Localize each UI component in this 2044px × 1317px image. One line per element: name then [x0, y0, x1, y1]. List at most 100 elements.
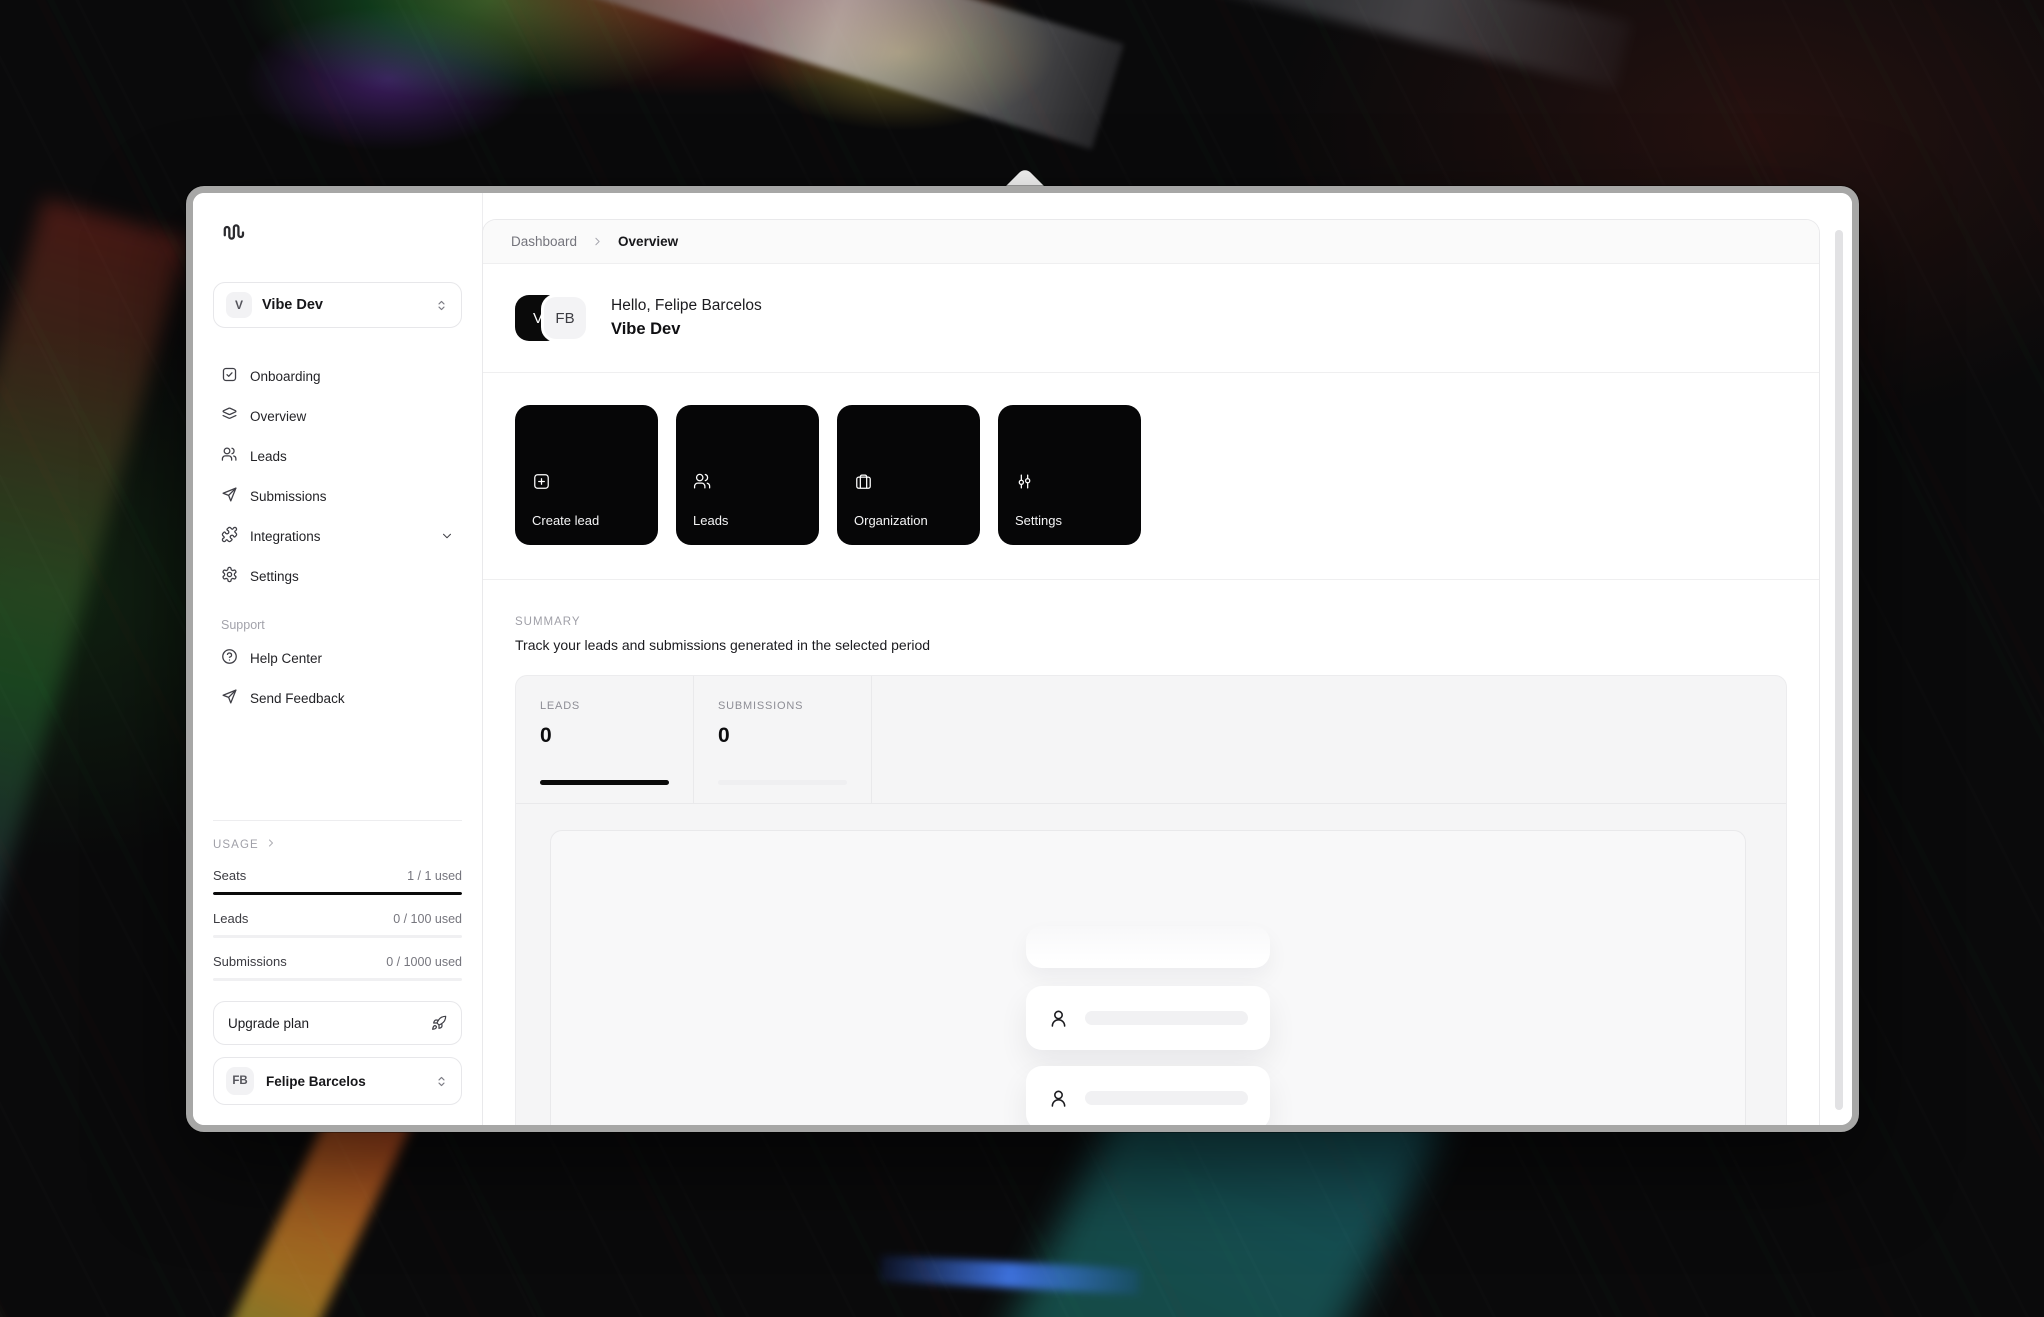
- sidebar-nav: Onboarding Overview Leads Submissions: [213, 356, 462, 718]
- workspace-title: Vibe Dev: [611, 320, 762, 339]
- users-icon: [693, 472, 712, 502]
- usage-value: 1 / 1 used: [407, 869, 462, 883]
- tab-leads[interactable]: LEADS 0: [516, 676, 694, 803]
- sidebar-item-label: Submissions: [250, 489, 327, 504]
- card-label: Organization: [854, 513, 928, 528]
- content-panel: Dashboard Overview V FB Hello, Felipe Ba…: [482, 219, 1820, 1125]
- main-content: Dashboard Overview V FB Hello, Felipe Ba…: [483, 193, 1852, 1125]
- avatar-group: V FB: [515, 294, 589, 342]
- support-heading: Support: [213, 618, 462, 632]
- progress-track: [213, 892, 462, 895]
- puzzle-icon: [221, 526, 238, 546]
- sidebar-item-send-feedback[interactable]: Send Feedback: [213, 678, 462, 718]
- breadcrumb: Dashboard Overview: [483, 220, 1819, 264]
- help-circle-icon: [221, 648, 238, 668]
- usage-value: 0 / 1000 used: [386, 955, 462, 969]
- sidebar-item-label: Overview: [250, 409, 306, 424]
- workspace-name: Vibe Dev: [262, 297, 323, 313]
- usage-header[interactable]: USAGE: [213, 837, 462, 852]
- summary-heading: SUMMARY: [515, 616, 1787, 628]
- user-account-selector[interactable]: FB Felipe Barcelos: [213, 1057, 462, 1105]
- greeting-texts: Hello, Felipe Barcelos Vibe Dev: [611, 297, 762, 339]
- chevron-down-icon: [440, 529, 454, 543]
- skeleton-card: [1026, 986, 1270, 1050]
- usage-label: Leads: [213, 911, 248, 926]
- card-label: Leads: [693, 513, 728, 528]
- tab-value: 0: [718, 724, 847, 748]
- leads-card[interactable]: Leads: [676, 405, 819, 545]
- tab-submissions[interactable]: SUBMISSIONS 0: [694, 676, 872, 803]
- sliders-icon: [1015, 472, 1034, 502]
- tab-label: SUBMISSIONS: [718, 700, 847, 712]
- usage-row-seats: Seats 1 / 1 used: [213, 868, 462, 895]
- tab-indicator: [718, 780, 847, 785]
- sidebar-item-label: Settings: [250, 569, 299, 584]
- user-icon: [1048, 1088, 1069, 1109]
- breadcrumb-overview[interactable]: Overview: [618, 234, 678, 249]
- usage-label: Seats: [213, 868, 246, 883]
- chevron-up-down-icon: [434, 298, 449, 313]
- layers-icon: [221, 406, 238, 426]
- sidebar-item-onboarding[interactable]: Onboarding: [213, 356, 462, 396]
- send-icon: [221, 486, 238, 506]
- upgrade-plan-button[interactable]: Upgrade plan: [213, 1001, 462, 1045]
- create-lead-card[interactable]: Create lead: [515, 405, 658, 545]
- checkbox-check-icon: [221, 366, 238, 386]
- workspace-selector[interactable]: V Vibe Dev: [213, 282, 462, 328]
- sidebar-item-label: Leads: [250, 449, 287, 464]
- skeleton-card-faded: [1026, 926, 1270, 968]
- sidebar-item-leads[interactable]: Leads: [213, 436, 462, 476]
- usage-heading: USAGE: [213, 839, 259, 851]
- upgrade-plan-label: Upgrade plan: [228, 1016, 309, 1031]
- sidebar-item-submissions[interactable]: Submissions: [213, 476, 462, 516]
- tab-label: LEADS: [540, 700, 669, 712]
- sidebar-item-overview[interactable]: Overview: [213, 396, 462, 436]
- progress-track: [213, 935, 462, 938]
- summary-tabs: LEADS 0 SUBMISSIONS 0: [516, 676, 1786, 804]
- usage-section: USAGE Seats 1 / 1 used Leads 0 / 100 use…: [213, 820, 462, 1105]
- empty-chart-area: [550, 830, 1746, 1125]
- progress-fill: [213, 892, 462, 895]
- skeleton-placeholder-bar: [1085, 1011, 1248, 1025]
- usage-value: 0 / 100 used: [393, 912, 462, 926]
- vertical-scrollbar[interactable]: [1835, 230, 1843, 1110]
- usage-row-submissions: Submissions 0 / 1000 used: [213, 954, 462, 981]
- sidebar-item-label: Integrations: [250, 529, 321, 544]
- user-name: Felipe Barcelos: [266, 1074, 366, 1089]
- sidebar-item-integrations[interactable]: Integrations: [213, 516, 462, 556]
- greeting-header: V FB Hello, Felipe Barcelos Vibe Dev: [483, 264, 1819, 373]
- sidebar-item-settings[interactable]: Settings: [213, 556, 462, 596]
- square-plus-icon: [532, 472, 551, 502]
- breadcrumb-dashboard[interactable]: Dashboard: [511, 234, 577, 249]
- gear-icon: [221, 566, 238, 586]
- summary-section: SUMMARY Track your leads and submissions…: [483, 579, 1819, 1125]
- skeleton-placeholder-bar: [1085, 1091, 1248, 1105]
- chevron-up-down-icon: [434, 1074, 449, 1089]
- skeleton-list: [1026, 926, 1270, 1125]
- tab-indicator: [540, 780, 669, 785]
- usage-row-leads: Leads 0 / 100 used: [213, 911, 462, 938]
- user-avatar: FB: [226, 1067, 254, 1095]
- sidebar-item-help-center[interactable]: Help Center: [213, 638, 462, 678]
- sidebar-item-label: Onboarding: [250, 369, 321, 384]
- progress-track: [213, 978, 462, 981]
- app-window: V Vibe Dev Onboarding Overview: [186, 186, 1859, 1132]
- summary-description: Track your leads and submissions generat…: [515, 637, 1787, 653]
- user-icon: [1048, 1008, 1069, 1029]
- users-icon: [221, 446, 238, 466]
- summary-panel: LEADS 0 SUBMISSIONS 0: [515, 675, 1787, 1125]
- skeleton-card: [1026, 1066, 1270, 1125]
- send-icon: [221, 688, 238, 708]
- card-label: Settings: [1015, 513, 1062, 528]
- app-logo-waveform-icon: [221, 219, 462, 250]
- tab-value: 0: [540, 724, 669, 748]
- organization-card[interactable]: Organization: [837, 405, 980, 545]
- usage-label: Submissions: [213, 954, 287, 969]
- workspace-avatar: V: [226, 292, 252, 318]
- user-avatar: FB: [541, 294, 589, 342]
- chevron-right-icon: [591, 235, 604, 248]
- settings-card[interactable]: Settings: [998, 405, 1141, 545]
- rocket-icon: [431, 1015, 447, 1031]
- quick-actions: Create lead Leads Organization: [483, 373, 1819, 545]
- card-label: Create lead: [532, 513, 599, 528]
